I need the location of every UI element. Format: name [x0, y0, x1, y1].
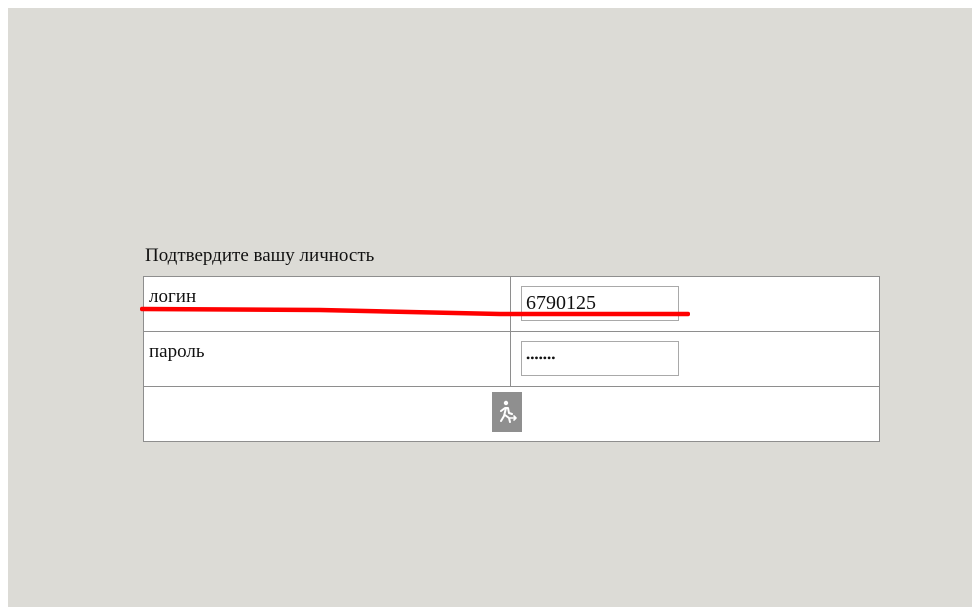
login-row: логин — [144, 277, 879, 332]
password-row: пароль — [144, 332, 879, 387]
submit-row — [144, 387, 879, 441]
login-label-cell: логин — [144, 277, 511, 331]
password-label: пароль — [149, 341, 205, 362]
login-label: логин — [149, 286, 197, 307]
form-caption: Подтвердите вашу личность — [145, 245, 375, 266]
login-form-table: логин пароль — [143, 276, 880, 442]
submit-button[interactable] — [492, 392, 522, 432]
walking-person-exit-icon — [500, 400, 517, 423]
password-input[interactable] — [521, 341, 679, 376]
password-label-cell: пароль — [144, 332, 511, 386]
login-input[interactable] — [521, 286, 679, 321]
page-background: Подтвердите вашу личность логин пароль — [8, 8, 972, 607]
